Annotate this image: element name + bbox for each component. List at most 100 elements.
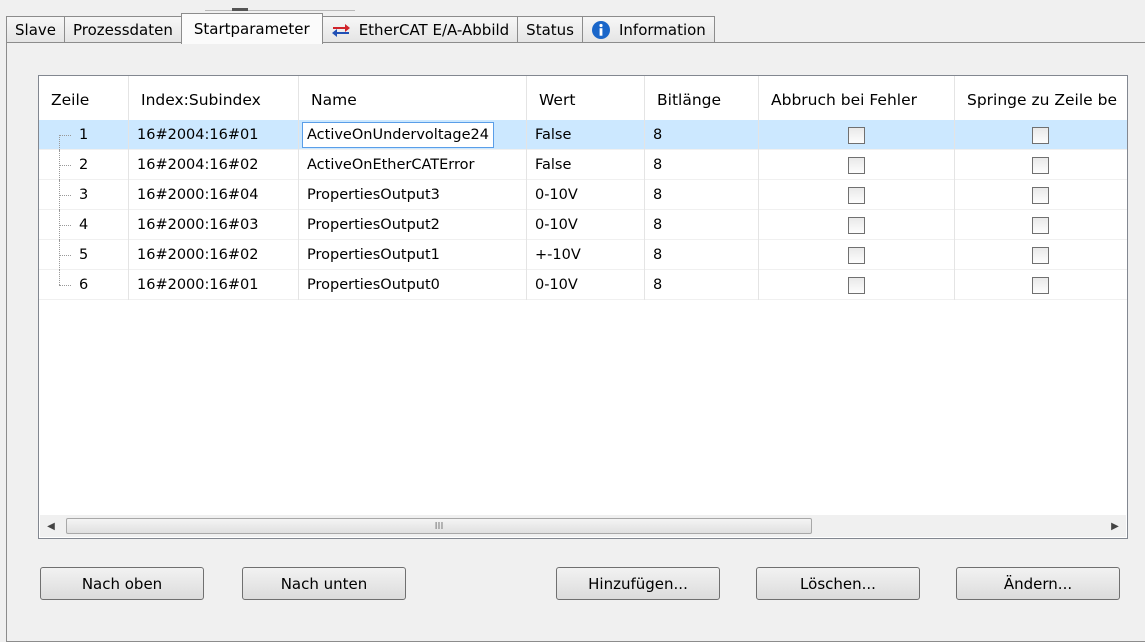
abort-cell [759, 240, 955, 270]
row-number: 4 [79, 217, 89, 233]
abort-cell [759, 180, 955, 210]
column-header-name[interactable]: Name [299, 76, 527, 120]
tree-line [59, 210, 79, 240]
swap-arrows-icon [331, 23, 351, 37]
column-header-abbruch[interactable]: Abbruch bei Fehler [759, 76, 955, 120]
jump-checkbox[interactable] [1031, 156, 1049, 174]
jump-cell [955, 150, 1125, 180]
name-edit-field[interactable]: ActiveOnUndervoltage24 [302, 122, 494, 148]
abort-checkbox[interactable] [848, 156, 865, 174]
jump-checkbox[interactable] [1031, 186, 1049, 204]
row-number: 6 [79, 277, 89, 293]
edit-button[interactable]: Ändern... [956, 567, 1120, 600]
jump-cell [955, 210, 1125, 240]
scroll-track[interactable]: III [62, 515, 1104, 537]
name-cell: PropertiesOutput2 [299, 210, 527, 240]
startparameter-table: Zeile Index:Subindex Name Wert Bitlänge … [38, 75, 1128, 539]
row-number: 5 [79, 247, 89, 263]
tab-ethercat-abbild[interactable]: EtherCAT E/A-Abbild [321, 16, 519, 43]
tab-slave[interactable]: Slave [6, 16, 65, 43]
tab-label: Prozessdaten [73, 21, 173, 39]
abort-cell [759, 150, 955, 180]
column-header-index[interactable]: Index:Subindex [129, 76, 299, 120]
abort-checkbox[interactable] [848, 246, 865, 264]
jump-checkbox[interactable] [1031, 126, 1049, 144]
bitlaenge-cell: 8 [645, 120, 759, 150]
abort-cell [759, 270, 955, 300]
index-cell: 16#2000:16#02 [129, 240, 299, 270]
wert-cell: 0-10V [527, 210, 645, 240]
jump-checkbox[interactable] [1031, 276, 1049, 294]
column-header-springe[interactable]: Springe zu Zeile be [955, 76, 1125, 120]
jump-checkbox[interactable] [1031, 216, 1049, 234]
tab-label: Information [618, 21, 706, 39]
abort-checkbox[interactable] [848, 276, 865, 294]
jump-cell [955, 240, 1125, 270]
row-number-cell: 1 [39, 120, 129, 150]
tab-strip: Slave Prozessdaten Startparameter EtherC… [6, 13, 715, 44]
move-down-button[interactable]: Nach unten [242, 567, 406, 600]
row-number-cell: 5 [39, 240, 129, 270]
jump-checkbox[interactable] [1031, 246, 1049, 264]
name-cell: ActiveOnEtherCATError [299, 150, 527, 180]
table-body: 1 16#2004:16#01 ActiveOnUndervoltage24 F… [39, 120, 1127, 300]
table-row[interactable]: 2 16#2004:16#02 ActiveOnEtherCATError Fa… [39, 150, 1127, 180]
column-header-zeile[interactable]: Zeile [39, 76, 129, 120]
tab-status[interactable]: Status [517, 16, 583, 43]
row-number-cell: 4 [39, 210, 129, 240]
info-icon [591, 20, 611, 40]
table-row[interactable]: 1 16#2004:16#01 ActiveOnUndervoltage24 F… [39, 120, 1127, 150]
tree-line [59, 270, 79, 300]
row-number-cell: 2 [39, 150, 129, 180]
table-row[interactable]: 4 16#2000:16#03 PropertiesOutput2 0-10V … [39, 210, 1127, 240]
index-cell: 16#2004:16#02 [129, 150, 299, 180]
table-row[interactable]: 6 16#2000:16#01 PropertiesOutput0 0-10V … [39, 270, 1127, 300]
tree-line [59, 150, 79, 180]
tab-label: Slave [15, 21, 56, 39]
table-row[interactable]: 3 16#2000:16#04 PropertiesOutput3 0-10V … [39, 180, 1127, 210]
horizontal-scrollbar[interactable]: ◀ III ▶ [40, 515, 1126, 537]
tab-startparameter[interactable]: Startparameter [180, 13, 323, 44]
column-header-wert[interactable]: Wert [527, 76, 645, 120]
bitlaenge-cell: 8 [645, 240, 759, 270]
tab-label: EtherCAT E/A-Abbild [358, 21, 510, 39]
index-cell: 16#2000:16#04 [129, 180, 299, 210]
row-number: 2 [79, 157, 89, 173]
index-cell: 16#2004:16#01 [129, 120, 299, 150]
table-row[interactable]: 5 16#2000:16#02 PropertiesOutput1 +-10V … [39, 240, 1127, 270]
scroll-grip: III [434, 520, 444, 532]
tab-information[interactable]: Information [581, 16, 715, 43]
row-number: 1 [79, 127, 89, 143]
index-cell: 16#2000:16#03 [129, 210, 299, 240]
wert-cell: False [527, 150, 645, 180]
column-header-bitlaenge[interactable]: Bitlänge [645, 76, 759, 120]
top-edge-line [205, 10, 355, 11]
wert-cell: +-10V [527, 240, 645, 270]
move-up-button[interactable]: Nach oben [40, 567, 204, 600]
abort-checkbox[interactable] [848, 186, 865, 204]
delete-button[interactable]: Löschen... [756, 567, 920, 600]
name-cell: PropertiesOutput0 [299, 270, 527, 300]
scroll-thumb[interactable]: III [66, 518, 812, 534]
wert-cell: 0-10V [527, 270, 645, 300]
tree-line [59, 180, 79, 210]
tree-line [59, 120, 79, 150]
index-cell: 16#2000:16#01 [129, 270, 299, 300]
tree-line [59, 240, 79, 270]
scroll-right-arrow-icon[interactable]: ▶ [1104, 515, 1126, 537]
tab-label: Status [526, 21, 574, 39]
bitlaenge-cell: 8 [645, 270, 759, 300]
table-header: Zeile Index:Subindex Name Wert Bitlänge … [39, 76, 1127, 120]
tab-prozessdaten[interactable]: Prozessdaten [64, 16, 182, 43]
row-number-cell: 3 [39, 180, 129, 210]
abort-checkbox[interactable] [848, 126, 865, 144]
tab-label: Startparameter [193, 20, 310, 38]
add-button[interactable]: Hinzufügen... [556, 567, 720, 600]
abort-cell [759, 120, 955, 150]
name-cell: PropertiesOutput3 [299, 180, 527, 210]
name-cell[interactable]: ActiveOnUndervoltage24 [299, 120, 527, 150]
name-cell: PropertiesOutput1 [299, 240, 527, 270]
jump-cell [955, 120, 1125, 150]
scroll-left-arrow-icon[interactable]: ◀ [40, 515, 62, 537]
abort-checkbox[interactable] [848, 216, 865, 234]
